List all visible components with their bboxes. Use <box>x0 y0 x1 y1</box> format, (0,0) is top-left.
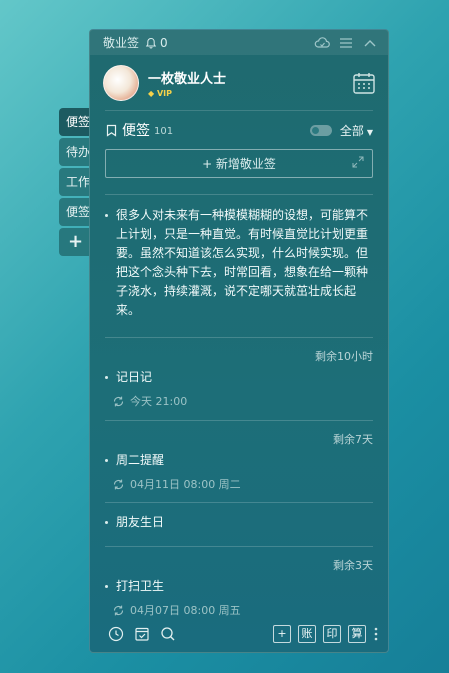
side-tab-strip: 便签 待办 工作 便签 + <box>59 108 91 258</box>
bottom-toolbar: + 账 印 算 <box>90 615 388 652</box>
list-header: 便签 101 全部 ▼ <box>90 111 388 149</box>
note-reminder: 04月11日 08:00 周二 <box>105 476 373 492</box>
calculator-button[interactable]: 算 <box>348 624 366 643</box>
ledger-button[interactable]: 账 <box>298 624 316 643</box>
avatar[interactable] <box>103 64 139 101</box>
note-text: 记日记 <box>105 368 373 387</box>
checklist-icon[interactable] <box>134 626 150 642</box>
clock-icon[interactable] <box>108 626 124 642</box>
title-bar: 敬业签 0 <box>90 30 388 55</box>
note-remaining: 剩余7天 <box>333 433 373 446</box>
notes-panel: 敬业签 0 一枚敬业人士 ◆ VIP 便签 101 全部 ▼ + 新增敬业签 很… <box>89 29 389 653</box>
note-item[interactable]: 朋友生日 <box>105 502 373 546</box>
add-note-button[interactable]: + 新增敬业签 <box>105 149 373 178</box>
note-item[interactable]: 剩余7天 周二提醒 04月11日 08:00 周二 <box>105 420 373 502</box>
side-tab-notes-2[interactable]: 便签 <box>59 198 91 226</box>
collapse-icon[interactable] <box>362 36 378 50</box>
side-tab-work[interactable]: 工作 <box>59 168 91 196</box>
note-reminder: 今天 21:00 <box>105 393 373 409</box>
user-name: 一枚敬业人士 <box>148 71 227 87</box>
app-name: 敬业签 <box>103 36 140 50</box>
filter-dropdown[interactable]: 全部 ▼ <box>340 122 373 139</box>
menu-icon[interactable] <box>338 36 354 50</box>
filter-label: 全部 <box>339 123 364 138</box>
notes-list: 很多人对未来有一种模模糊糊的设想，可能算不上计划，只是一种直觉。有时候直觉比计划… <box>90 194 388 629</box>
list-title: 便签 <box>122 123 150 139</box>
repeat-icon <box>113 479 124 489</box>
print-button[interactable]: 印 <box>323 624 341 643</box>
calendar-icon[interactable] <box>352 71 376 95</box>
expand-icon[interactable] <box>352 156 364 168</box>
note-remaining: 剩余10小时 <box>315 350 373 363</box>
bell-icon[interactable] <box>145 37 157 49</box>
note-text: 打扫卫生 <box>105 577 373 596</box>
bookmark-icon <box>106 124 117 137</box>
reminder-time: 今天 21:00 <box>130 395 188 408</box>
add-note-label: + 新增敬业签 <box>202 157 276 171</box>
note-remaining: 剩余3天 <box>333 559 373 572</box>
note-item[interactable]: 剩余10小时 记日记 今天 21:00 <box>105 337 373 420</box>
profile-info: 一枚敬业人士 ◆ VIP <box>148 68 352 98</box>
notification-count: 0 <box>160 35 168 50</box>
caret-down-icon: ▼ <box>366 127 373 137</box>
search-icon[interactable] <box>160 626 176 642</box>
note-text: 周二提醒 <box>105 451 373 470</box>
reminder-time: 04月11日 08:00 周二 <box>130 478 241 491</box>
diamond-icon: ◆ <box>148 88 155 98</box>
side-tab-notes[interactable]: 便签 <box>59 108 91 136</box>
profile-header: 一枚敬业人士 ◆ VIP <box>90 55 388 110</box>
repeat-icon <box>113 396 124 406</box>
side-tab-todo[interactable]: 待办 <box>59 138 91 166</box>
note-item[interactable]: 很多人对未来有一种模模糊糊的设想，可能算不上计划，只是一种直觉。有时候直觉比计划… <box>105 194 373 337</box>
note-text: 朋友生日 <box>105 513 373 532</box>
cloud-sync-icon[interactable] <box>314 36 330 50</box>
add-button[interactable]: + <box>273 624 291 643</box>
note-text: 很多人对未来有一种模模糊糊的设想，可能算不上计划，只是一种直觉。有时候直觉比计划… <box>105 206 373 320</box>
view-toggle[interactable] <box>309 124 332 136</box>
list-count: 101 <box>154 126 174 137</box>
side-tab-add-button[interactable]: + <box>59 228 91 256</box>
vip-label: VIP <box>156 88 172 98</box>
vip-badge: ◆ VIP <box>148 89 352 98</box>
more-icon[interactable] <box>374 626 378 642</box>
